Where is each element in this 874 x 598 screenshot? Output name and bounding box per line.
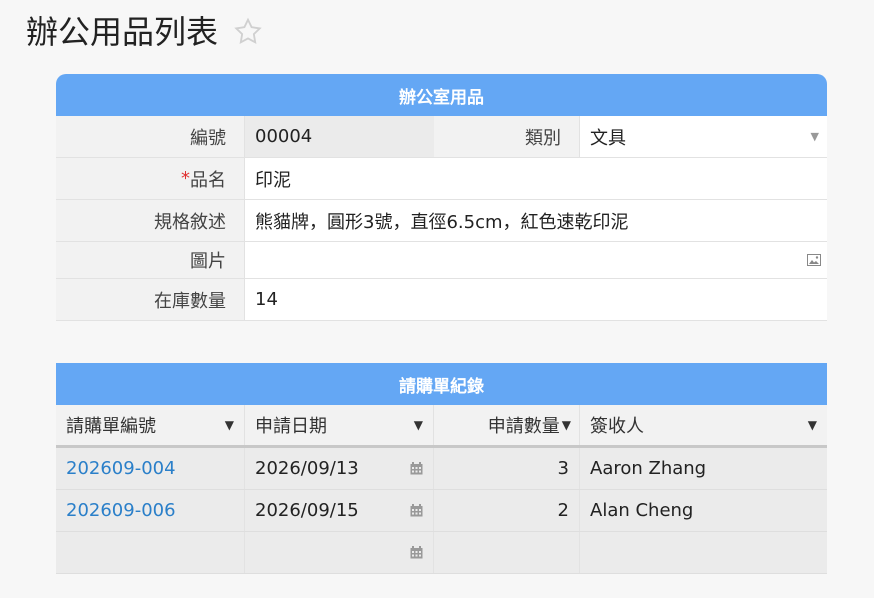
date-cell[interactable] [245,532,434,573]
requests-header: 請購單紀錄 [56,363,827,405]
name-label-text: 品名 [190,169,226,191]
sort-icon[interactable]: ▼ [414,418,423,432]
col-qty[interactable]: 申請數量 ▼ [434,405,580,445]
name-label: * 品名 [56,158,245,199]
row-name: * 品名 印泥 [56,158,827,200]
required-mark: * [181,168,190,189]
form-header: 辦公室用品 [56,74,827,116]
table-row: 202609-004 2026/09/13 3 Aaron Zhang [56,448,827,490]
table-row-empty [56,532,827,574]
request-id-link[interactable]: 202609-004 [56,448,245,489]
qty-cell[interactable]: 2 [434,490,580,531]
qty-cell[interactable]: 3 [434,448,580,489]
sort-icon[interactable]: ▼ [225,418,234,432]
col-label: 簽收人 [590,416,644,437]
col-date[interactable]: 申請日期 ▼ [245,405,434,445]
stock-field[interactable]: 14 [245,279,827,320]
col-request-id[interactable]: 請購單編號 ▼ [56,405,245,445]
category-select[interactable]: 文具 ▼ [580,116,827,157]
col-label: 申請數量 [487,416,560,437]
sort-icon[interactable]: ▼ [808,418,817,432]
row-id-category: 編號 00004 類別 文具 ▼ [56,116,827,158]
chevron-down-icon[interactable]: ▼ [811,130,819,143]
col-label: 申請日期 [255,416,327,437]
date-cell[interactable]: 2026/09/15 [245,490,434,531]
requests-grid-header: 請購單編號 ▼ 申請日期 ▼ 申請數量 ▼ 簽收人 ▼ [56,405,827,448]
id-label: 編號 [56,116,245,157]
signer-cell[interactable]: Aaron Zhang [580,448,827,489]
sort-icon[interactable]: ▼ [562,418,571,432]
image-label: 圖片 [56,242,245,278]
signer-cell[interactable] [580,532,827,573]
signer-cell[interactable]: Alan Cheng [580,490,827,531]
image-field[interactable] [245,242,827,278]
category-label: 類別 [434,116,580,157]
page-title: 辦公用品列表 [26,10,264,54]
calendar-icon[interactable] [410,504,423,517]
col-signer[interactable]: 簽收人 ▼ [580,405,827,445]
calendar-icon[interactable] [410,462,423,475]
star-icon[interactable] [232,16,264,48]
request-id-cell[interactable] [56,532,245,573]
date-cell[interactable]: 2026/09/13 [245,448,434,489]
calendar-icon[interactable] [410,546,423,559]
spec-label: 規格敘述 [56,200,245,241]
id-value: 00004 [245,116,434,157]
name-field[interactable]: 印泥 [245,158,827,199]
row-image: 圖片 [56,242,827,279]
row-stock: 在庫數量 14 [56,279,827,321]
row-spec: 規格敘述 熊貓牌，圓形3號，直徑6.5cm，紅色速乾印泥 [56,200,827,242]
stock-label: 在庫數量 [56,279,245,320]
date-value: 2026/09/13 [255,458,359,479]
date-value: 2026/09/15 [255,500,359,521]
request-id-link[interactable]: 202609-006 [56,490,245,531]
col-label: 請購單編號 [66,416,156,437]
category-value: 文具 [590,127,626,149]
page-title-text: 辦公用品列表 [26,13,219,51]
item-form-panel: 辦公室用品 編號 00004 類別 文具 ▼ * 品名 印泥 規格敘述 熊貓牌，… [56,74,827,321]
qty-cell[interactable] [434,532,580,573]
image-icon[interactable] [807,254,821,266]
spec-field[interactable]: 熊貓牌，圓形3號，直徑6.5cm，紅色速乾印泥 [245,200,827,241]
requests-panel: 請購單紀錄 請購單編號 ▼ 申請日期 ▼ 申請數量 ▼ 簽收人 ▼ 202609… [56,363,827,574]
table-row: 202609-006 2026/09/15 2 Alan Cheng [56,490,827,532]
